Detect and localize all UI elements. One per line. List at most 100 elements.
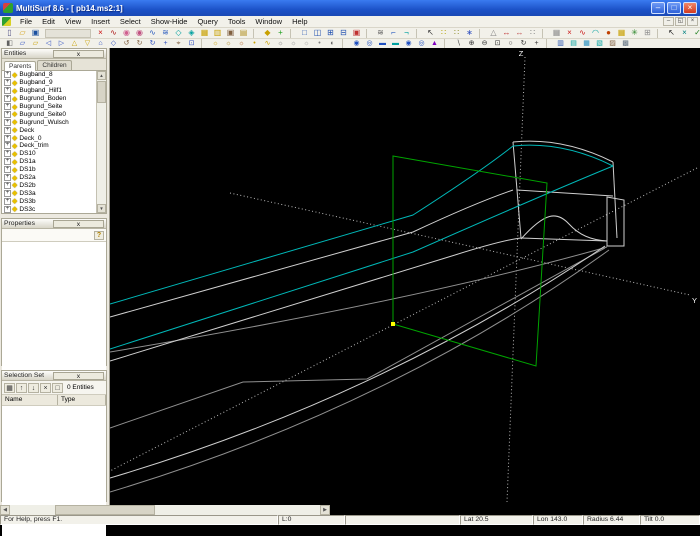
tab-parents[interactable]: Parents (4, 61, 37, 71)
selection-list-icon[interactable]: ▦ (4, 382, 15, 393)
expand-icon[interactable]: + (4, 181, 11, 189)
show-all-icon[interactable]: ☼ (209, 39, 222, 49)
open-file-icon[interactable]: ▱ (16, 28, 29, 38)
menu-item-window[interactable]: Window (250, 17, 287, 26)
cone-view-icon[interactable]: ▲ (428, 39, 441, 49)
bead-tool-icon[interactable]: ◉ (120, 28, 133, 38)
magnet-tool-icon[interactable]: ◉ (133, 28, 146, 38)
mesh-icon[interactable]: ▦ (550, 28, 563, 38)
tree-item-bugrund_seite[interactable]: + ◆ Bugrund_Seite (2, 103, 97, 111)
tree-item-bugband_hilf1[interactable]: + ◆ Bugband_Hilf1 (2, 87, 97, 95)
view-split-icon[interactable]: ◧ (3, 39, 16, 49)
rotate-right-icon[interactable]: ↻ (133, 39, 146, 49)
bug-grid-icon[interactable]: ▦ (615, 28, 628, 38)
stretch-icon[interactable]: ↔ (500, 28, 513, 38)
select-net-icon[interactable]: ∷ (450, 28, 463, 38)
spin-view-icon[interactable]: ↻ (146, 39, 159, 49)
mdi-minimize-button[interactable]: – (663, 17, 674, 26)
entity-gem-icon[interactable]: ◆ (261, 28, 274, 38)
weed-icon[interactable]: ✳ (628, 28, 641, 38)
move-down-icon[interactable]: ↓ (28, 382, 39, 393)
textured-mode-icon[interactable]: ▨ (606, 39, 619, 49)
view-bottom-icon[interactable]: ▽ (81, 39, 94, 49)
scroll-down-icon[interactable]: ▼ (97, 204, 106, 213)
maximize-button[interactable]: □ (667, 2, 681, 14)
remove-selection-icon[interactable]: × (40, 382, 51, 393)
menu-item-edit[interactable]: Edit (37, 17, 60, 26)
view-right-icon[interactable]: ▷ (55, 39, 68, 49)
expand-icon[interactable]: + (4, 103, 11, 110)
surface-tool-icon[interactable]: ◇ (172, 28, 185, 38)
close-icon[interactable]: x (53, 49, 104, 58)
tree-item-bugrund_wulsch[interactable]: + ◆ Bugrund_Wulsch (2, 118, 97, 126)
mdi-close-button[interactable]: × (687, 17, 698, 26)
tab-children[interactable]: Children (37, 60, 72, 70)
check-curve-icon[interactable]: ◠ (589, 28, 602, 38)
view-perspective-icon[interactable]: ⌂ (94, 39, 107, 49)
error-point-icon[interactable]: × (563, 28, 576, 38)
expand-icon[interactable]: + (4, 142, 11, 150)
clear-selection-icon[interactable]: □ (52, 382, 63, 393)
curve-points-tool-icon[interactable]: ∿ (107, 28, 120, 38)
net-surface-tool-icon[interactable]: ▦ (198, 28, 211, 38)
zoom-previous-icon[interactable]: ○ (504, 39, 517, 49)
mdi-restore-button[interactable]: ◱ (675, 17, 686, 26)
view-back-icon[interactable]: ▱ (29, 39, 42, 49)
expand-icon[interactable]: + (4, 110, 11, 118)
close-button[interactable]: × (683, 2, 697, 14)
grid-icon[interactable]: ⊞ (641, 28, 654, 38)
point-tool-icon[interactable]: × (94, 28, 107, 38)
3d-viewport[interactable]: Z Y X (104, 48, 700, 505)
tree-item-ds3b[interactable]: + ◆ DS3b (2, 197, 97, 205)
tree-item-ds1a[interactable]: + ◆ DS1a (2, 158, 97, 166)
tree-item-bugrund_seite0[interactable]: + ◆ Bugrund_Seite0 (2, 110, 97, 118)
window-horizontal-icon[interactable]: ⊟ (337, 28, 350, 38)
section-plane[interactable] (392, 155, 548, 367)
view-left-icon[interactable]: ◁ (42, 39, 55, 49)
horizontal-scrollbar[interactable]: ◀ ▶ (0, 505, 330, 515)
expand-icon[interactable]: + (4, 95, 11, 103)
menu-item-help[interactable]: Help (287, 17, 312, 26)
scroll-thumb[interactable] (55, 505, 155, 515)
expand-icon[interactable]: + (4, 118, 11, 126)
eye-wire-icon[interactable]: ◉ (402, 39, 415, 49)
show-parents-icon[interactable]: ☼ (222, 39, 235, 49)
expand-icon[interactable]: + (4, 158, 11, 166)
cursor-verify-icon[interactable]: ✓ (691, 28, 700, 38)
tree-item-bugband_9[interactable]: + ◆ Bugband_9 (2, 79, 97, 87)
tree-item-ds3a[interactable]: + ◆ DS3a (2, 189, 97, 197)
fit-view-icon[interactable]: ⊡ (185, 39, 198, 49)
view-top-icon[interactable]: △ (68, 39, 81, 49)
expand-icon[interactable]: + (4, 134, 11, 142)
select-all-icon[interactable]: ∗ (463, 28, 476, 38)
move-up-icon[interactable]: ↑ (16, 382, 27, 393)
view-iso-icon[interactable]: ◇ (107, 39, 120, 49)
menu-item-query[interactable]: Query (192, 17, 222, 26)
eye-open-icon[interactable]: ◉ (350, 39, 363, 49)
menu-item-tools[interactable]: Tools (223, 17, 251, 26)
hide-children-icon[interactable]: ☼ (300, 39, 313, 49)
tree-item-bugband_8[interactable]: + ◆ Bugband_8 (2, 71, 97, 79)
rendered-mode-icon[interactable]: ▦ (580, 39, 593, 49)
window-quad-icon[interactable]: ⊞ (324, 28, 337, 38)
expand-icon[interactable]: + (4, 71, 11, 79)
cursor-select-icon[interactable]: ↖ (665, 28, 678, 38)
error-curve-icon[interactable]: ∿ (576, 28, 589, 38)
zoom-in-icon[interactable]: ⊕ (465, 39, 478, 49)
tree-item-bugrund_boden[interactable]: + ◆ Bugrund_Boden (2, 95, 97, 103)
tree-item-ds3c[interactable]: + ◆ DS3c (2, 205, 97, 213)
menu-item-file[interactable]: File (15, 17, 37, 26)
zoom-out-icon[interactable]: ⊖ (478, 39, 491, 49)
scroll-right-icon[interactable]: ▶ (320, 505, 330, 515)
expand-icon[interactable]: + (4, 205, 11, 213)
disc-teal-icon[interactable]: ▬ (389, 39, 402, 49)
hide-points-icon[interactable]: • (313, 39, 326, 49)
backdrop-icon[interactable]: ▩ (619, 39, 632, 49)
expand-icon[interactable]: + (4, 87, 11, 95)
minimize-button[interactable]: – (651, 2, 665, 14)
shaded-mode-icon[interactable]: ▤ (567, 39, 580, 49)
wireframe-icon[interactable]: ≋ (374, 28, 387, 38)
view-front-icon[interactable]: ▱ (16, 39, 29, 49)
tree-item-deck_0[interactable]: + ◆ Deck_0 (2, 134, 97, 142)
contours-icon[interactable]: ▤ (237, 28, 250, 38)
